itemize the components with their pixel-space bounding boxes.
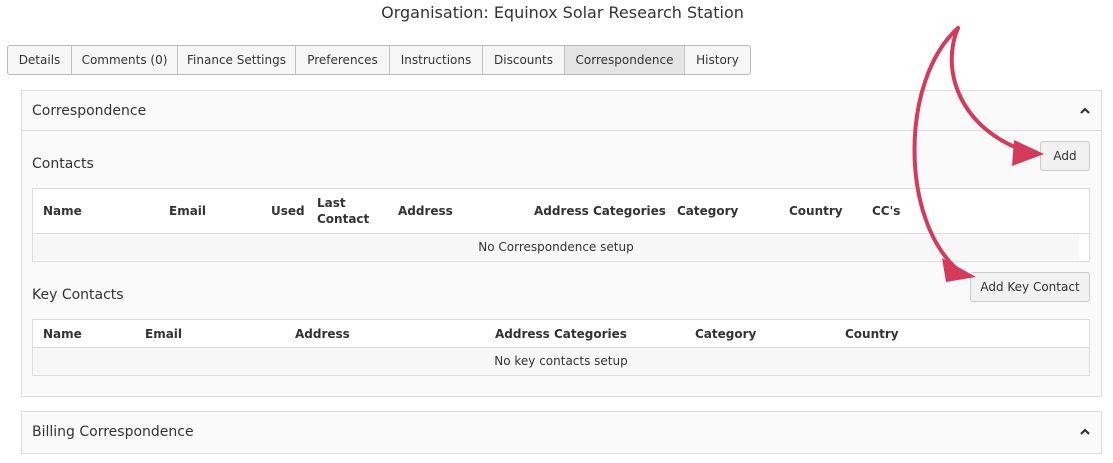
contacts-empty-message: No Correspondence setup: [33, 234, 1079, 260]
key-contacts-empty-message: No key contacts setup: [33, 348, 1089, 375]
column-header-address-categories[interactable]: Address Categories: [534, 203, 666, 219]
key-contacts-table: Name Email Address Address Categories Ca…: [32, 319, 1090, 376]
add-key-contact-button[interactable]: Add Key Contact: [970, 272, 1090, 302]
chevron-up-icon[interactable]: [1079, 105, 1091, 117]
tab-details[interactable]: Details: [8, 46, 72, 74]
billing-correspondence-panel: Billing Correspondence: [21, 411, 1102, 454]
tab-bar: Details Comments (0) Finance Settings Pr…: [7, 45, 751, 75]
column-header-email[interactable]: Email: [145, 326, 182, 342]
tab-comments[interactable]: Comments (0): [72, 46, 178, 74]
correspondence-panel-header[interactable]: Correspondence: [22, 91, 1101, 131]
column-header-address[interactable]: Address: [398, 203, 453, 219]
contacts-table: Name Email Used Last Contact Address Add…: [32, 188, 1090, 262]
column-header-category[interactable]: Category: [695, 326, 756, 342]
tab-history[interactable]: History: [685, 46, 750, 74]
page-title: Organisation: Equinox Solar Research Sta…: [381, 3, 744, 22]
tab-discounts[interactable]: Discounts: [483, 46, 565, 74]
column-header-used[interactable]: Used: [271, 203, 305, 219]
key-contacts-label: Key Contacts: [32, 287, 124, 303]
billing-panel-header[interactable]: Billing Correspondence: [22, 412, 1101, 452]
column-header-ccs[interactable]: CC's: [872, 203, 900, 219]
contacts-table-header: Name Email Used Last Contact Address Add…: [33, 189, 1089, 234]
add-contact-button[interactable]: Add: [1040, 141, 1090, 171]
column-header-country[interactable]: Country: [845, 326, 899, 342]
column-header-address-categories[interactable]: Address Categories: [495, 326, 627, 342]
column-header-email[interactable]: Email: [169, 203, 206, 219]
column-header-name[interactable]: Name: [43, 203, 82, 219]
column-header-name[interactable]: Name: [43, 326, 82, 342]
tab-correspondence[interactable]: Correspondence: [565, 46, 685, 74]
chevron-up-icon[interactable]: [1079, 426, 1091, 438]
column-header-country[interactable]: Country: [789, 203, 843, 219]
correspondence-panel-title: Correspondence: [32, 103, 147, 119]
contacts-label: Contacts: [32, 156, 94, 172]
tab-instructions[interactable]: Instructions: [390, 46, 483, 74]
column-header-last-contact[interactable]: Last Contact: [317, 195, 373, 227]
column-header-category[interactable]: Category: [677, 203, 738, 219]
tab-preferences[interactable]: Preferences: [296, 46, 390, 74]
tab-finance-settings[interactable]: Finance Settings: [178, 46, 296, 74]
key-contacts-table-header: Name Email Address Address Categories Ca…: [33, 320, 1089, 348]
column-header-address[interactable]: Address: [295, 326, 350, 342]
billing-panel-title: Billing Correspondence: [32, 424, 194, 440]
